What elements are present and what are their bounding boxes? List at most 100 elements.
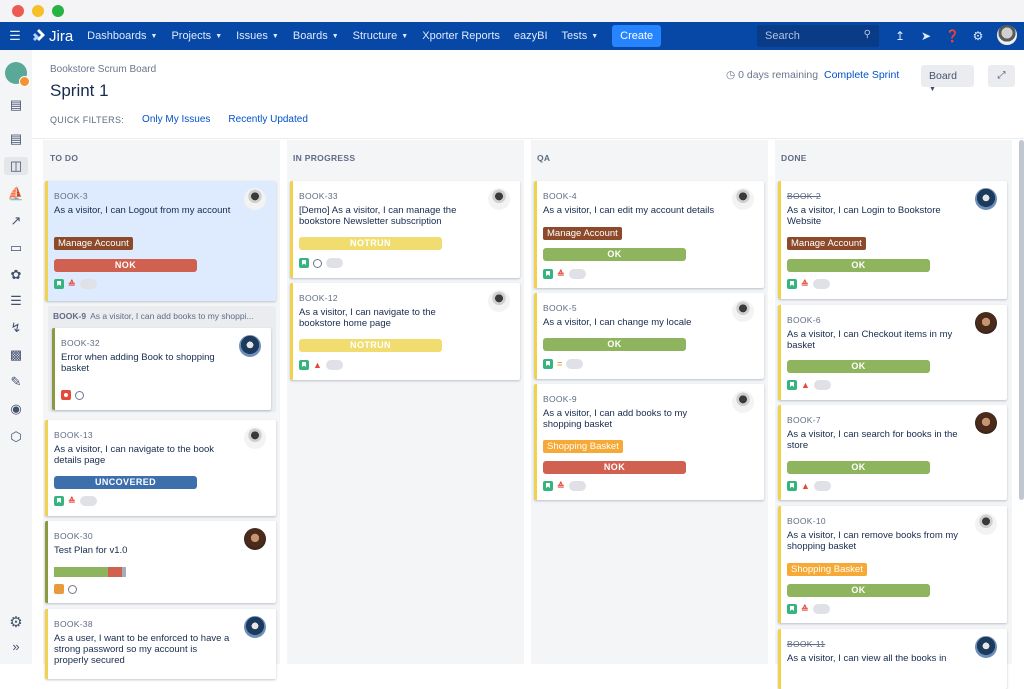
story-icon (787, 380, 797, 390)
addons-icon[interactable]: ✿ (7, 266, 25, 284)
estimate-pill (568, 269, 586, 279)
epic-label[interactable]: Manage Account (787, 237, 866, 250)
issue-key: BOOK-10 (787, 516, 826, 526)
issue-key: BOOK-9 (543, 394, 577, 404)
status-circle-icon (75, 390, 84, 400)
board-scrollbar[interactable] (1019, 140, 1024, 500)
story-icon (787, 604, 797, 614)
assignee-avatar (488, 290, 510, 312)
test-monitor-icon[interactable]: ▭ (7, 239, 25, 257)
issue-card[interactable]: BOOK-3 As a visitor, I can Logout from m… (45, 181, 276, 301)
help-icon[interactable]: ❓ (945, 29, 960, 43)
epic-label[interactable]: Manage Account (543, 227, 622, 240)
nav-projects[interactable]: Projects ▼ (171, 30, 222, 42)
automation-icon[interactable]: ↯ (7, 319, 25, 337)
chevron-down-icon: ▼ (591, 32, 599, 40)
assignee-avatar (975, 636, 997, 658)
issue-key: BOOK-5 (543, 303, 577, 313)
nav-tests[interactable]: Tests ▼ (562, 30, 599, 42)
window-minimize-button[interactable] (32, 5, 44, 17)
releases-icon[interactable]: ▤ (7, 130, 25, 148)
nav-dashboards[interactable]: Dashboards ▼ (87, 30, 157, 42)
issue-card[interactable]: BOOK-30 Test Plan for v1.0 (45, 521, 276, 603)
window-zoom-button[interactable] (52, 5, 64, 17)
parent-summary: As a visitor, I can add books to my shop… (90, 311, 254, 321)
card-icons: ▲ (299, 360, 343, 370)
deploy-icon[interactable]: ⛵ (7, 185, 25, 203)
estimate-pill (812, 279, 830, 289)
structure-icon[interactable]: ☰ (7, 292, 25, 310)
issue-card[interactable]: BOOK-9 As a visitor, I can add books to … (534, 384, 764, 500)
search-input[interactable]: Search ⚲ (757, 25, 879, 47)
window-close-button[interactable] (12, 5, 24, 17)
app-switcher-icon[interactable]: ☰ (0, 28, 30, 44)
settings-icon[interactable]: ⚙ (7, 614, 25, 632)
project-avatar[interactable] (5, 62, 30, 87)
nav-xporter-reports[interactable]: Xporter Reports (422, 30, 500, 42)
epic-label[interactable]: Manage Account (54, 237, 133, 250)
backlog-icon[interactable]: ▤ (7, 96, 25, 114)
progress-failed (108, 567, 123, 577)
issue-card[interactable]: BOOK-38 As a user, I want to be enforced… (45, 609, 276, 679)
issue-summary: As a visitor, I can add books to my shop… (543, 408, 688, 430)
complete-sprint-link[interactable]: Complete Sprint (824, 69, 899, 81)
epic-label[interactable]: Shopping Basket (787, 563, 867, 576)
settings-icon[interactable]: ⚙ (971, 29, 985, 43)
card-icons: ▲ (787, 481, 831, 491)
board-dropdown-button[interactable]: Board ▼ (921, 65, 974, 93)
issue-key: BOOK-13 (54, 430, 93, 440)
card-icons: ≙ (787, 279, 830, 289)
issue-card[interactable]: BOOK-7 As a visitor, I can search for bo… (778, 405, 1007, 500)
estimate-pill (813, 380, 831, 390)
subtask-parent[interactable]: BOOK-9 As a visitor, I can add books to m… (53, 311, 254, 321)
nav-structure[interactable]: Structure ▼ (353, 30, 409, 42)
jira-logo[interactable]: Jira (30, 28, 73, 45)
issue-card[interactable]: BOOK-33 [Demo] As a visitor, I can manag… (290, 181, 520, 278)
nav-issues[interactable]: Issues ▼ (236, 30, 279, 42)
issue-summary: As a visitor, I can edit my account deta… (543, 205, 715, 216)
issue-card[interactable]: BOOK-10 As a visitor, I can remove books… (778, 506, 1007, 623)
fullscreen-button[interactable]: ⤢ (988, 65, 1015, 87)
card-icons: = (543, 359, 584, 369)
nav-label: Tests (561, 30, 588, 42)
test-plan-icon[interactable]: ✎ (7, 373, 25, 391)
issue-card[interactable]: BOOK-13 As a visitor, I can navigate to … (45, 420, 276, 516)
notifications-icon[interactable]: ➤ (919, 29, 933, 43)
column-header-in-progress: IN PROGRESS (293, 153, 356, 163)
create-button[interactable]: Create (612, 25, 662, 47)
top-navigation: ☰ Jira Dashboards ▼ Projects ▼ Issues ▼ Boa… (0, 22, 1024, 50)
test-status-badge: NOTRUN (299, 339, 442, 352)
epic-label[interactable]: Shopping Basket (543, 440, 623, 453)
issue-summary: As a user, I want to be enforced to have… (54, 633, 230, 666)
issue-card[interactable]: BOOK-12 As a visitor, I can navigate to … (290, 283, 520, 380)
breadcrumb[interactable]: Bookstore Scrum Board (50, 64, 156, 75)
expand-sidebar-icon[interactable]: » (7, 638, 25, 656)
filter-recently-updated[interactable]: Recently Updated (228, 114, 308, 125)
nav-label: eazyBI (513, 30, 548, 42)
board-icon[interactable]: ◫ (4, 157, 28, 175)
issue-summary: As a visitor, I can remove books from my… (787, 530, 959, 552)
issue-card[interactable]: BOOK-2 As a visitor, I can Login to Book… (778, 181, 1007, 299)
test-status-badge: OK (787, 259, 930, 272)
nav-eazybi[interactable]: eazyBI (514, 30, 548, 42)
issue-card[interactable]: BOOK-4 As a visitor, I can edit my accou… (534, 181, 764, 288)
archive-icon[interactable]: ◉ (7, 400, 25, 418)
upload-icon[interactable]: ↥ (893, 29, 907, 43)
issue-card[interactable]: BOOK-6 As a visitor, I can Checkout item… (778, 305, 1007, 400)
reports-icon[interactable]: ↗ (7, 212, 25, 230)
hierarchy-icon[interactable]: ▩ (7, 346, 25, 364)
test-status-badge: OK (543, 338, 686, 351)
issue-card[interactable]: BOOK-32 Error when adding Book to shoppi… (52, 328, 271, 410)
jira-logo-icon (33, 29, 45, 41)
assignee-avatar (488, 188, 510, 210)
issue-card[interactable]: BOOK-5 As a visitor, I can change my loc… (534, 293, 764, 379)
nav-boards[interactable]: Boards ▼ (293, 30, 339, 42)
assignee-avatar (975, 513, 997, 535)
filter-only-my-issues[interactable]: Only My Issues (142, 114, 210, 125)
user-avatar[interactable] (997, 25, 1017, 45)
issue-card[interactable]: BOOK-11 As a visitor, I can view all the… (778, 629, 1007, 689)
priority-highest-icon: ≙ (801, 279, 809, 289)
priority-blocker-icon: ▲ (313, 360, 322, 370)
component-icon[interactable]: ⬡ (7, 428, 25, 446)
issue-summary: As a visitor, I can change my locale (543, 317, 692, 328)
